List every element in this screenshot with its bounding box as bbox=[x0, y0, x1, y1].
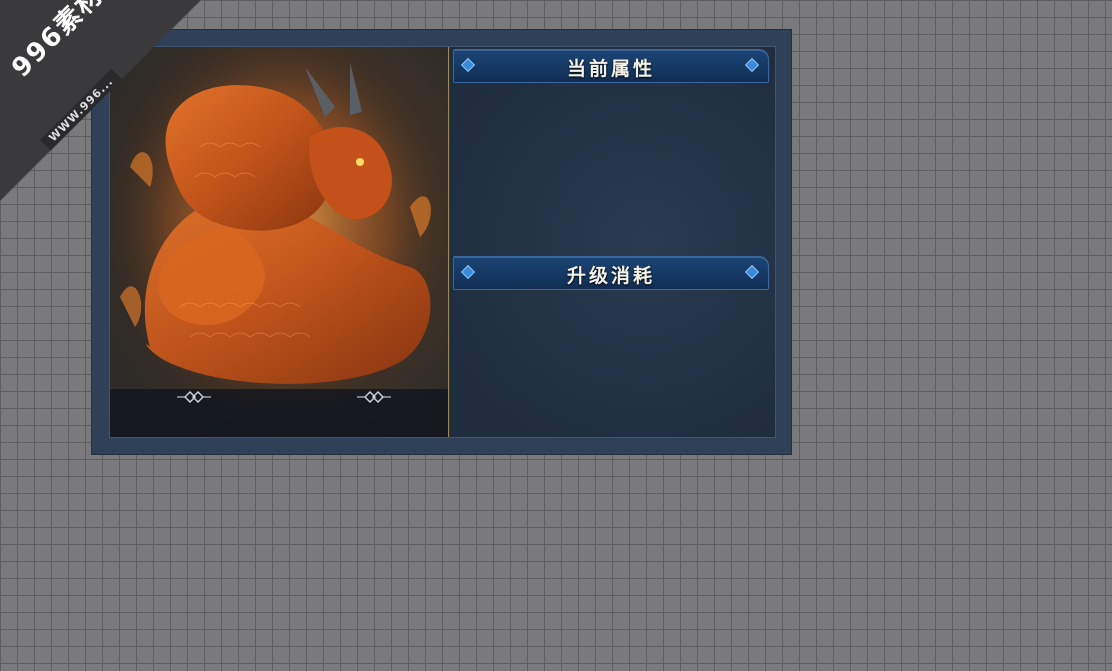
watermark-url: WWW.996... bbox=[40, 68, 123, 151]
upgrade-cost-header: 升级消耗 bbox=[453, 256, 769, 290]
upgrade-cost-body bbox=[453, 290, 767, 430]
chain-ornament-icon bbox=[177, 391, 211, 403]
current-attributes-body bbox=[453, 83, 767, 253]
upgrade-cost-title: 升级消耗 bbox=[566, 265, 655, 287]
current-attributes-title: 当前属性 bbox=[566, 58, 655, 80]
info-column: 当前属性 升级消耗 bbox=[450, 47, 775, 437]
chain-ornament-icon bbox=[357, 391, 391, 403]
current-attributes-header: 当前属性 bbox=[453, 49, 769, 83]
artwork-footer bbox=[110, 389, 448, 437]
panel-inner: 当前属性 升级消耗 bbox=[109, 46, 776, 438]
watermark-corner: 996素材网 WWW.996... bbox=[0, 0, 200, 200]
